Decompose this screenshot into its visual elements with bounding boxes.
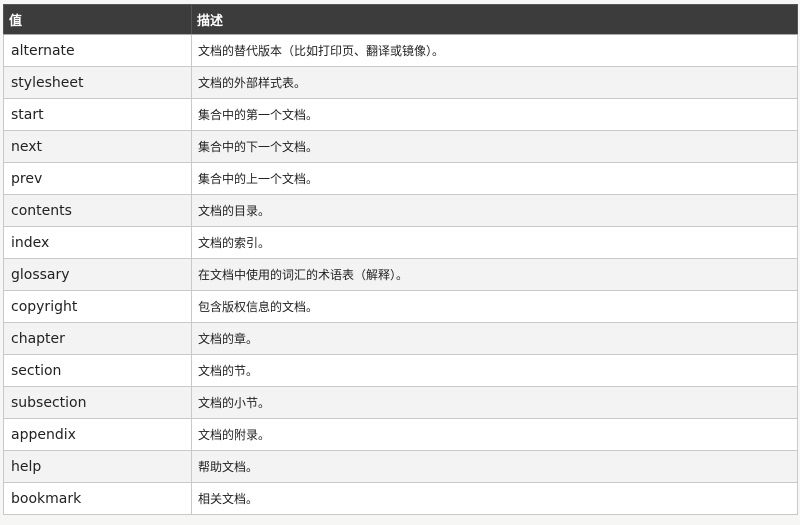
cell-description: 文档的节。 [191, 354, 798, 387]
cell-description: 文档的索引。 [191, 226, 798, 259]
table-row: glossary 在文档中使用的词汇的术语表（解释）。 [3, 258, 798, 291]
cell-value: next [3, 130, 192, 163]
table-row: copyright 包含版权信息的文档。 [3, 290, 798, 323]
link-types-table: 值 描述 alternate 文档的替代版本（比如打印页、翻译或镜像）。 style… [3, 4, 798, 515]
cell-description: 文档的章。 [191, 322, 798, 355]
cell-value: contents [3, 194, 192, 227]
cell-description: 帮助文档。 [191, 450, 798, 483]
table-row: index 文档的索引。 [3, 226, 798, 259]
table-row: prev 集合中的上一个文档。 [3, 162, 798, 195]
cell-description: 文档的附录。 [191, 418, 798, 451]
cell-description: 文档的替代版本（比如打印页、翻译或镜像）。 [191, 34, 798, 67]
table-row: section 文档的节。 [3, 354, 798, 387]
cell-value: index [3, 226, 192, 259]
cell-value: prev [3, 162, 192, 195]
table-row: stylesheet 文档的外部样式表。 [3, 66, 798, 99]
table-row: bookmark 相关文档。 [3, 482, 798, 515]
table-header: 值 描述 [3, 4, 798, 35]
cell-description: 集合中的第一个文档。 [191, 98, 798, 131]
table-row: help 帮助文档。 [3, 450, 798, 483]
table-body: alternate 文档的替代版本（比如打印页、翻译或镜像）。 stylesheet… [3, 34, 798, 515]
cell-value: appendix [3, 418, 192, 451]
cell-value: copyright [3, 290, 192, 323]
cell-value: bookmark [3, 482, 192, 515]
cell-value: subsection [3, 386, 192, 419]
table-header-row: 值 描述 [3, 4, 798, 35]
table-row: chapter 文档的章。 [3, 322, 798, 355]
cell-description: 文档的目录。 [191, 194, 798, 227]
table-row: start 集合中的第一个文档。 [3, 98, 798, 131]
table-row: contents 文档的目录。 [3, 194, 798, 227]
cell-description: 相关文档。 [191, 482, 798, 515]
cell-value: alternate [3, 34, 192, 67]
cell-description: 包含版权信息的文档。 [191, 290, 798, 323]
table-row: appendix 文档的附录。 [3, 418, 798, 451]
column-header-value: 值 [3, 4, 192, 35]
cell-value: stylesheet [3, 66, 192, 99]
cell-description: 在文档中使用的词汇的术语表（解释）。 [191, 258, 798, 291]
table-row: next 集合中的下一个文档。 [3, 130, 798, 163]
cell-value: chapter [3, 322, 192, 355]
cell-value: glossary [3, 258, 192, 291]
cell-description: 文档的小节。 [191, 386, 798, 419]
cell-description: 集合中的上一个文档。 [191, 162, 798, 195]
table-row: alternate 文档的替代版本（比如打印页、翻译或镜像）。 [3, 34, 798, 67]
cell-value: section [3, 354, 192, 387]
cell-value: help [3, 450, 192, 483]
cell-description: 集合中的下一个文档。 [191, 130, 798, 163]
column-header-description: 描述 [191, 4, 798, 35]
cell-value: start [3, 98, 192, 131]
table-row: subsection 文档的小节。 [3, 386, 798, 419]
cell-description: 文档的外部样式表。 [191, 66, 798, 99]
